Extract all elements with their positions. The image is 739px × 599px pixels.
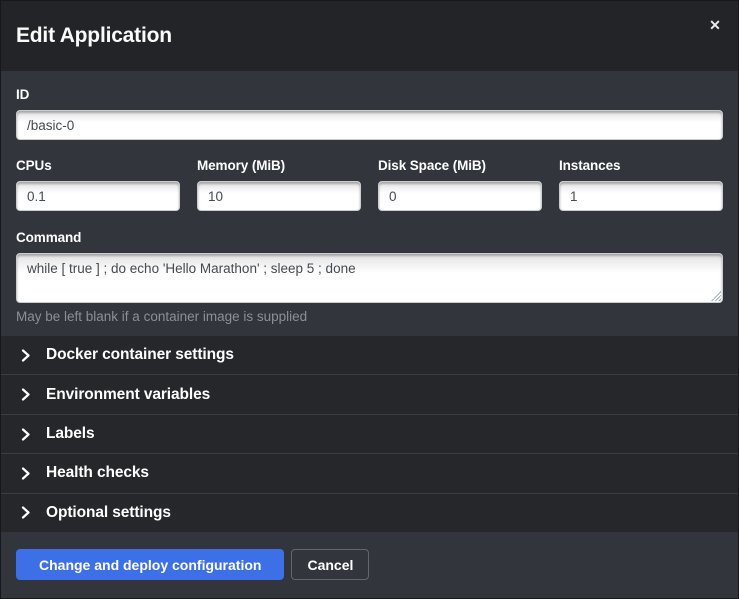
section-label: Health checks bbox=[46, 464, 149, 482]
resources-row: CPUs Memory (MiB) Disk Space (MiB) Insta… bbox=[16, 158, 723, 211]
section-label: Docker container settings bbox=[46, 346, 234, 364]
instances-label: Instances bbox=[559, 158, 723, 173]
section-label: Optional settings bbox=[46, 504, 171, 522]
cancel-button[interactable]: Cancel bbox=[291, 549, 369, 580]
section-label: Labels bbox=[46, 425, 95, 443]
chevron-right-icon bbox=[21, 389, 31, 401]
accordion: Docker container settings Environment va… bbox=[1, 336, 738, 532]
command-textarea-wrap: while [ true ] ; do echo 'Hello Marathon… bbox=[16, 253, 723, 303]
id-input[interactable] bbox=[16, 110, 723, 140]
section-label: Environment variables bbox=[46, 386, 210, 404]
command-help-text: May be left blank if a container image i… bbox=[16, 309, 723, 325]
instances-field-group: Instances bbox=[559, 158, 723, 211]
modal-title: Edit Application bbox=[16, 24, 172, 48]
edit-application-modal: Edit Application ✕ ID CPUs Memory (MiB) … bbox=[0, 0, 739, 599]
chevron-right-icon bbox=[21, 428, 31, 440]
modal-header: Edit Application ✕ bbox=[1, 1, 738, 71]
id-label: ID bbox=[16, 87, 723, 102]
modal-body: ID CPUs Memory (MiB) Disk Space (MiB) In… bbox=[1, 71, 738, 336]
memory-field-group: Memory (MiB) bbox=[197, 158, 361, 211]
instances-input[interactable] bbox=[559, 181, 723, 211]
section-health-checks[interactable]: Health checks bbox=[1, 453, 738, 492]
command-label: Command bbox=[16, 230, 723, 245]
modal-footer: Change and deploy configuration Cancel bbox=[1, 532, 738, 598]
disk-input[interactable] bbox=[378, 181, 542, 211]
section-labels[interactable]: Labels bbox=[1, 414, 738, 453]
disk-label: Disk Space (MiB) bbox=[378, 158, 542, 173]
disk-field-group: Disk Space (MiB) bbox=[378, 158, 542, 211]
command-textarea[interactable]: while [ true ] ; do echo 'Hello Marathon… bbox=[16, 253, 723, 303]
command-field-group: Command while [ true ] ; do echo 'Hello … bbox=[16, 230, 723, 325]
chevron-right-icon bbox=[21, 507, 31, 519]
cpus-field-group: CPUs bbox=[16, 158, 180, 211]
section-optional-settings[interactable]: Optional settings bbox=[1, 493, 738, 532]
memory-label: Memory (MiB) bbox=[197, 158, 361, 173]
close-icon[interactable]: ✕ bbox=[705, 15, 725, 35]
chevron-right-icon bbox=[21, 467, 31, 479]
section-environment-variables[interactable]: Environment variables bbox=[1, 374, 738, 413]
chevron-right-icon bbox=[21, 349, 31, 361]
cpus-label: CPUs bbox=[16, 158, 180, 173]
section-docker-container-settings[interactable]: Docker container settings bbox=[1, 336, 738, 374]
id-field-group: ID bbox=[16, 87, 723, 140]
change-and-deploy-button[interactable]: Change and deploy configuration bbox=[16, 549, 284, 580]
resize-grip-icon[interactable] bbox=[711, 291, 721, 301]
memory-input[interactable] bbox=[197, 181, 361, 211]
cpus-input[interactable] bbox=[16, 181, 180, 211]
